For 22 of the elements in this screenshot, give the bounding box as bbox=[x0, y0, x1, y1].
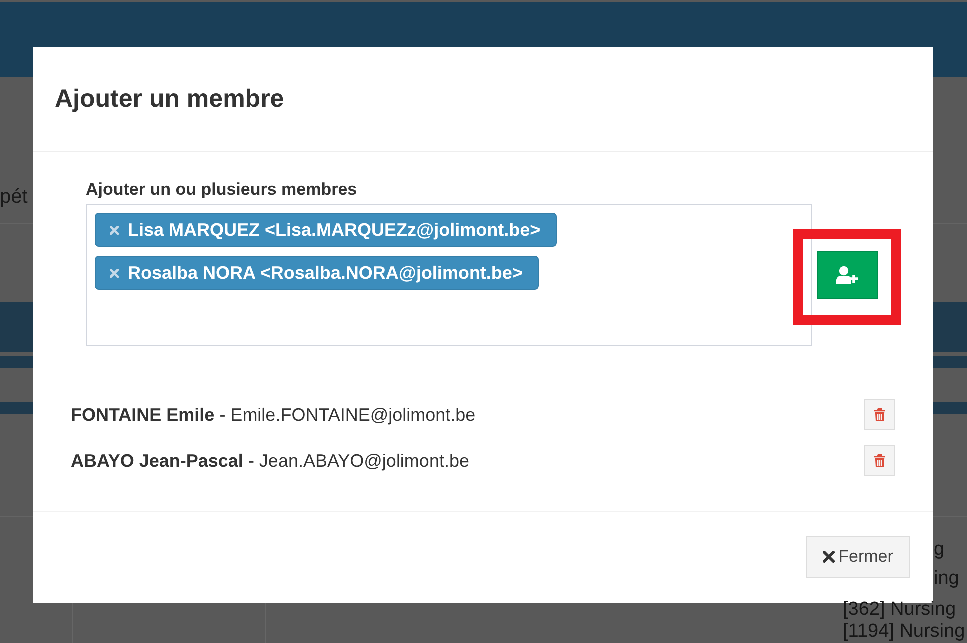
remove-icon[interactable] bbox=[110, 268, 119, 278]
background-text: ing bbox=[934, 569, 960, 589]
member-tag[interactable]: Lisa MARQUEZ <Lisa.MARQUEZz@jolimont.be> bbox=[95, 213, 557, 247]
remove-icon[interactable] bbox=[110, 226, 119, 234]
member-entry: FONTAINE Emile - Emile.FONTAINE@jolimont.be bbox=[71, 404, 476, 426]
member-input-field[interactable]: Lisa MARQUEZ <Lisa.MARQUEZz@jolimont.be> Rosalba NORA <Rosalba.NORA@jolimont.be> bbox=[86, 204, 812, 346]
trash-icon bbox=[874, 408, 886, 422]
modal-title: Ajouter un membre bbox=[55, 84, 284, 114]
close-icon bbox=[822, 551, 835, 563]
background-text: g bbox=[934, 540, 945, 560]
field-label: Ajouter un ou plusieurs membres bbox=[86, 179, 358, 201]
close-button[interactable]: Fermer bbox=[806, 536, 910, 578]
delete-button[interactable] bbox=[864, 445, 895, 476]
add-member-button[interactable] bbox=[817, 251, 878, 299]
user-plus-icon bbox=[836, 266, 860, 284]
trash-icon bbox=[874, 454, 886, 468]
member-entry: ABAYO Jean-Pascal - Jean.ABAYO@jolimont.be bbox=[71, 450, 470, 472]
delete-button[interactable] bbox=[864, 399, 895, 430]
member-tag[interactable]: Rosalba NORA <Rosalba.NORA@jolimont.be> bbox=[95, 256, 539, 290]
background-text: [362] Nursing bbox=[843, 600, 956, 620]
background-text: [1194] Nursing bbox=[843, 622, 966, 642]
background-text: pét bbox=[0, 185, 28, 209]
